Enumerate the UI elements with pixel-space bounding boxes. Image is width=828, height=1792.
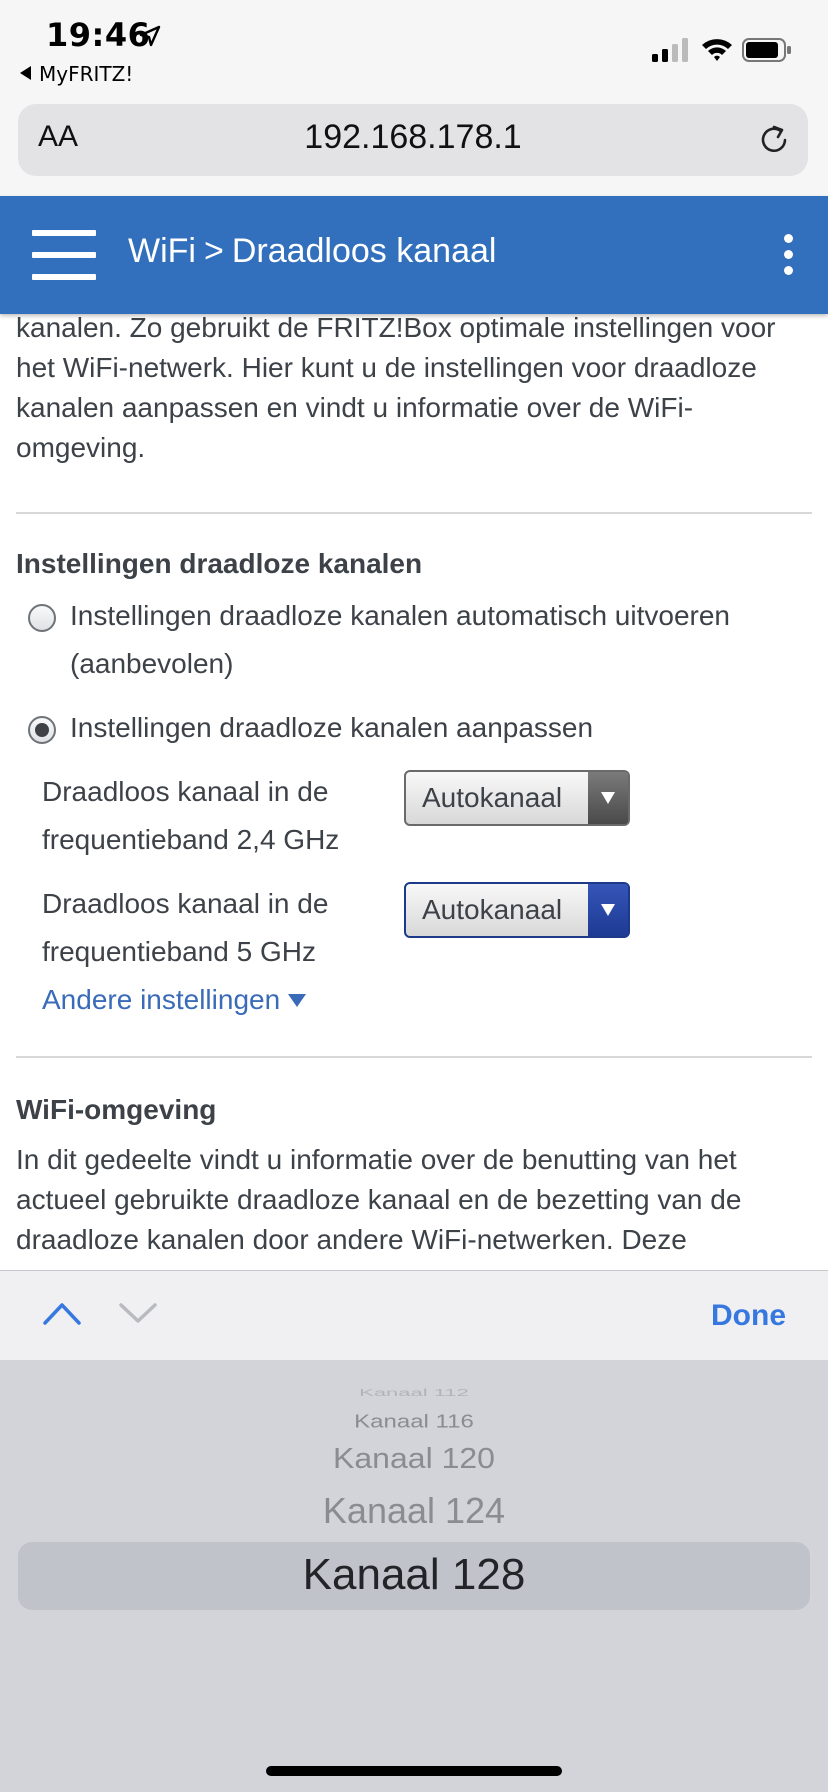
breadcrumb-separator: > (203, 232, 224, 270)
breadcrumb-current: Draadloos kanaal (231, 232, 497, 270)
status-bar: 19:46 MyFRITZ! (0, 0, 828, 96)
page-header: WiFi > Draadloos kanaal (0, 196, 828, 314)
reload-icon[interactable] (756, 122, 792, 158)
intro-text: kanalen. Zo gebruikt de FRITZ!Box optima… (16, 314, 776, 463)
dropdown-arrow-icon (588, 884, 628, 936)
expand-triangle-icon (288, 994, 307, 1007)
location-arrow-icon (139, 25, 161, 47)
clock: 19:46 (46, 16, 151, 54)
next-field-icon[interactable] (118, 1299, 158, 1327)
picker-item[interactable]: Kanaal 120 (0, 1442, 828, 1475)
breadcrumb: WiFi > Draadloos kanaal (128, 232, 496, 271)
more-options-icon[interactable] (784, 234, 794, 276)
band-24-value: Autokanaal (422, 782, 563, 813)
band-24-select[interactable]: Autokanaal (404, 770, 630, 826)
picker-item[interactable]: Kanaal 124 (0, 1490, 828, 1532)
divider (16, 512, 812, 514)
keyboard-toolbar: Done (0, 1270, 828, 1361)
radio-custom-label[interactable]: Instellingen draadloze kanalen aanpassen (70, 704, 770, 752)
picker-item[interactable]: Kanaal 116 (0, 1412, 828, 1433)
radio-auto-label[interactable]: Instellingen draadloze kanalen automatis… (70, 592, 770, 688)
other-settings-label: Andere instellingen (42, 984, 281, 1015)
browser-toolbar: AA 192.168.178.1 (0, 96, 828, 196)
band-5-label: Draadloos kanaal in de frequentieband 5 … (42, 888, 329, 967)
menu-icon[interactable] (32, 230, 96, 280)
back-triangle-icon (20, 66, 31, 80)
divider (16, 1056, 812, 1058)
done-button[interactable]: Done (711, 1299, 786, 1333)
url-text[interactable]: 192.168.178.1 (18, 118, 808, 157)
band-5-select[interactable]: Autokanaal (404, 882, 630, 938)
wifi-icon (702, 39, 732, 61)
environment-text: In dit gedeelte vindt u informatie over … (16, 1144, 742, 1255)
back-to-app-link[interactable]: MyFRITZ! (20, 62, 133, 86)
home-indicator[interactable] (266, 1766, 562, 1776)
picker-item[interactable]: Kanaal 112 (0, 1387, 828, 1399)
previous-field-icon[interactable] (42, 1299, 82, 1327)
dropdown-arrow-icon (588, 772, 628, 824)
band-5-value: Autokanaal (422, 894, 563, 925)
band-24-label: Draadloos kanaal in de frequentieband 2,… (42, 776, 340, 855)
main-content: kanalen. Zo gebruikt de FRITZ!Box optima… (0, 314, 828, 1270)
picker-item-selected[interactable]: Kanaal 128 (0, 1550, 828, 1600)
section-heading-channels: Instellingen draadloze kanalen (16, 548, 423, 579)
address-bar[interactable]: AA 192.168.178.1 (18, 104, 808, 176)
cellular-signal-icon (652, 38, 688, 62)
radio-auto[interactable] (28, 604, 56, 632)
back-app-label: MyFRITZ! (39, 62, 134, 86)
breadcrumb-wifi[interactable]: WiFi (128, 232, 196, 270)
channel-picker[interactable]: Kanaal 112 Kanaal 116 Kanaal 120 Kanaal … (0, 1360, 828, 1792)
radio-custom[interactable] (28, 716, 56, 744)
other-settings-link[interactable]: Andere instellingen (42, 984, 307, 1016)
section-heading-environment: WiFi-omgeving (16, 1094, 217, 1125)
battery-icon (742, 38, 791, 62)
